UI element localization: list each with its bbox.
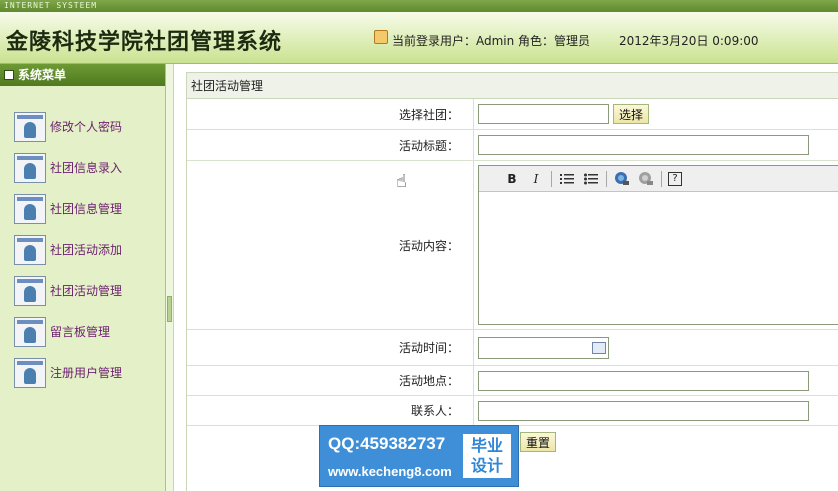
sidebar-item-label: 社团信息录入 xyxy=(50,161,123,175)
sidebar-item-user-management[interactable]: 注册用户管理 xyxy=(0,352,165,393)
ordered-list-icon[interactable] xyxy=(558,170,576,188)
unlink-icon[interactable] xyxy=(637,170,655,188)
user-card-icon xyxy=(14,316,46,347)
title-field xyxy=(474,130,838,160)
club-row: 选择社团： 选择 xyxy=(187,99,838,130)
time-row: 活动时间： xyxy=(187,330,838,366)
calendar-icon[interactable] xyxy=(592,342,606,354)
toolbar-divider xyxy=(661,170,662,187)
watermark-qq: QQ:459382737 xyxy=(328,434,446,453)
sidebar-item-club-management[interactable]: 社团信息管理 xyxy=(0,188,165,229)
actions-field: 重置 xyxy=(516,432,557,452)
content-label: 活动内容： xyxy=(187,161,474,329)
sidebar-menu: 修改个人密码 社团信息录入 社团信息管理 社团活动添加 社团活动管理 留言板管理… xyxy=(0,86,165,393)
sidebar-item-activity-add[interactable]: 社团活动添加 xyxy=(0,229,165,270)
sidebar-item-label: 注册用户管理 xyxy=(50,366,123,380)
user-card-icon xyxy=(14,193,46,224)
title-label: 活动标题： xyxy=(187,130,474,160)
activity-place-input[interactable] xyxy=(478,370,809,391)
content-field: B I ? xyxy=(474,161,838,329)
current-user-info: 当前登录用户：Admin 角色：管理员 xyxy=(392,34,591,48)
bold-button[interactable]: B xyxy=(503,170,521,188)
activity-time-input[interactable] xyxy=(478,336,609,359)
top-strip: INTERNET SYSTEEM xyxy=(0,0,838,12)
watermark-url: www.kecheng8.com xyxy=(328,464,452,479)
sidebar-item-label: 社团活动添加 xyxy=(50,243,123,257)
unordered-list-icon[interactable] xyxy=(582,170,600,188)
time-field xyxy=(474,330,838,365)
italic-button[interactable]: I xyxy=(527,170,545,188)
watermark-banner: QQ:459382737 www.kecheng8.com 毕业 设计 xyxy=(319,425,519,487)
club-label: 选择社团： xyxy=(187,99,474,129)
activity-title-input[interactable] xyxy=(478,135,809,155)
sidebar: 系统菜单 修改个人密码 社团信息录入 社团信息管理 社团活动添加 社团活动管理 … xyxy=(0,64,166,491)
club-field: 选择 xyxy=(474,99,838,129)
user-icon xyxy=(374,30,388,44)
splitter-grip-handle[interactable] xyxy=(167,296,172,322)
help-icon[interactable]: ? xyxy=(668,171,682,186)
rich-text-editor: B I ? xyxy=(478,165,838,325)
user-card-icon xyxy=(14,357,46,388)
club-input[interactable] xyxy=(478,104,609,124)
sidebar-splitter[interactable] xyxy=(166,64,174,491)
sidebar-item-change-password[interactable]: 修改个人密码 xyxy=(0,106,165,147)
title-row: 活动标题： xyxy=(187,130,838,161)
watermark-badge-line1: 毕业 xyxy=(470,436,503,455)
sidebar-item-label: 修改个人密码 xyxy=(50,120,123,134)
editor-text-area[interactable] xyxy=(479,193,838,324)
sidebar-item-label: 留言板管理 xyxy=(50,325,111,339)
select-club-button[interactable]: 选择 xyxy=(613,104,650,124)
user-card-icon xyxy=(14,152,46,183)
menu-icon xyxy=(4,70,14,80)
sidebar-item-message-board[interactable]: 留言板管理 xyxy=(0,311,165,352)
hand-cursor-icon: ☝ xyxy=(396,171,407,192)
watermark-badge-line2: 设计 xyxy=(470,456,503,475)
place-row: 活动地点： xyxy=(187,366,838,396)
insert-link-icon[interactable] xyxy=(613,170,631,188)
toolbar-divider xyxy=(551,170,552,187)
place-label: 活动地点： xyxy=(187,366,474,395)
user-card-icon xyxy=(14,275,46,306)
sidebar-title: 系统菜单 xyxy=(18,68,67,82)
contact-row: 联系人： xyxy=(187,396,838,426)
user-card-icon xyxy=(14,234,46,265)
panel-title: 社团活动管理 xyxy=(187,73,838,99)
place-field xyxy=(474,366,838,395)
watermark-badge: 毕业 设计 xyxy=(463,434,511,478)
sidebar-item-label: 社团信息管理 xyxy=(50,202,123,216)
header: 金陵科技学院社团管理系统 当前登录用户：Admin 角色：管理员 2012年3月… xyxy=(0,12,838,64)
content-row: 活动内容： B I ? xyxy=(187,161,838,330)
editor-toolbar: B I ? xyxy=(479,166,838,192)
toolbar-divider xyxy=(606,170,607,187)
current-datetime: 2012年3月20日 0:09:00 xyxy=(619,34,759,48)
sidebar-item-activity-management[interactable]: 社团活动管理 xyxy=(0,270,165,311)
contact-input[interactable] xyxy=(478,400,809,421)
sidebar-header: 系统菜单 xyxy=(0,64,165,86)
app-title: 金陵科技学院社团管理系统 xyxy=(6,29,283,55)
sidebar-item-club-entry[interactable]: 社团信息录入 xyxy=(0,147,165,188)
sidebar-item-label: 社团活动管理 xyxy=(50,284,123,298)
reset-button[interactable]: 重置 xyxy=(520,432,557,452)
contact-label: 联系人： xyxy=(187,396,474,425)
time-label: 活动时间： xyxy=(187,330,474,365)
contact-field xyxy=(474,396,838,425)
user-card-icon xyxy=(14,111,46,142)
